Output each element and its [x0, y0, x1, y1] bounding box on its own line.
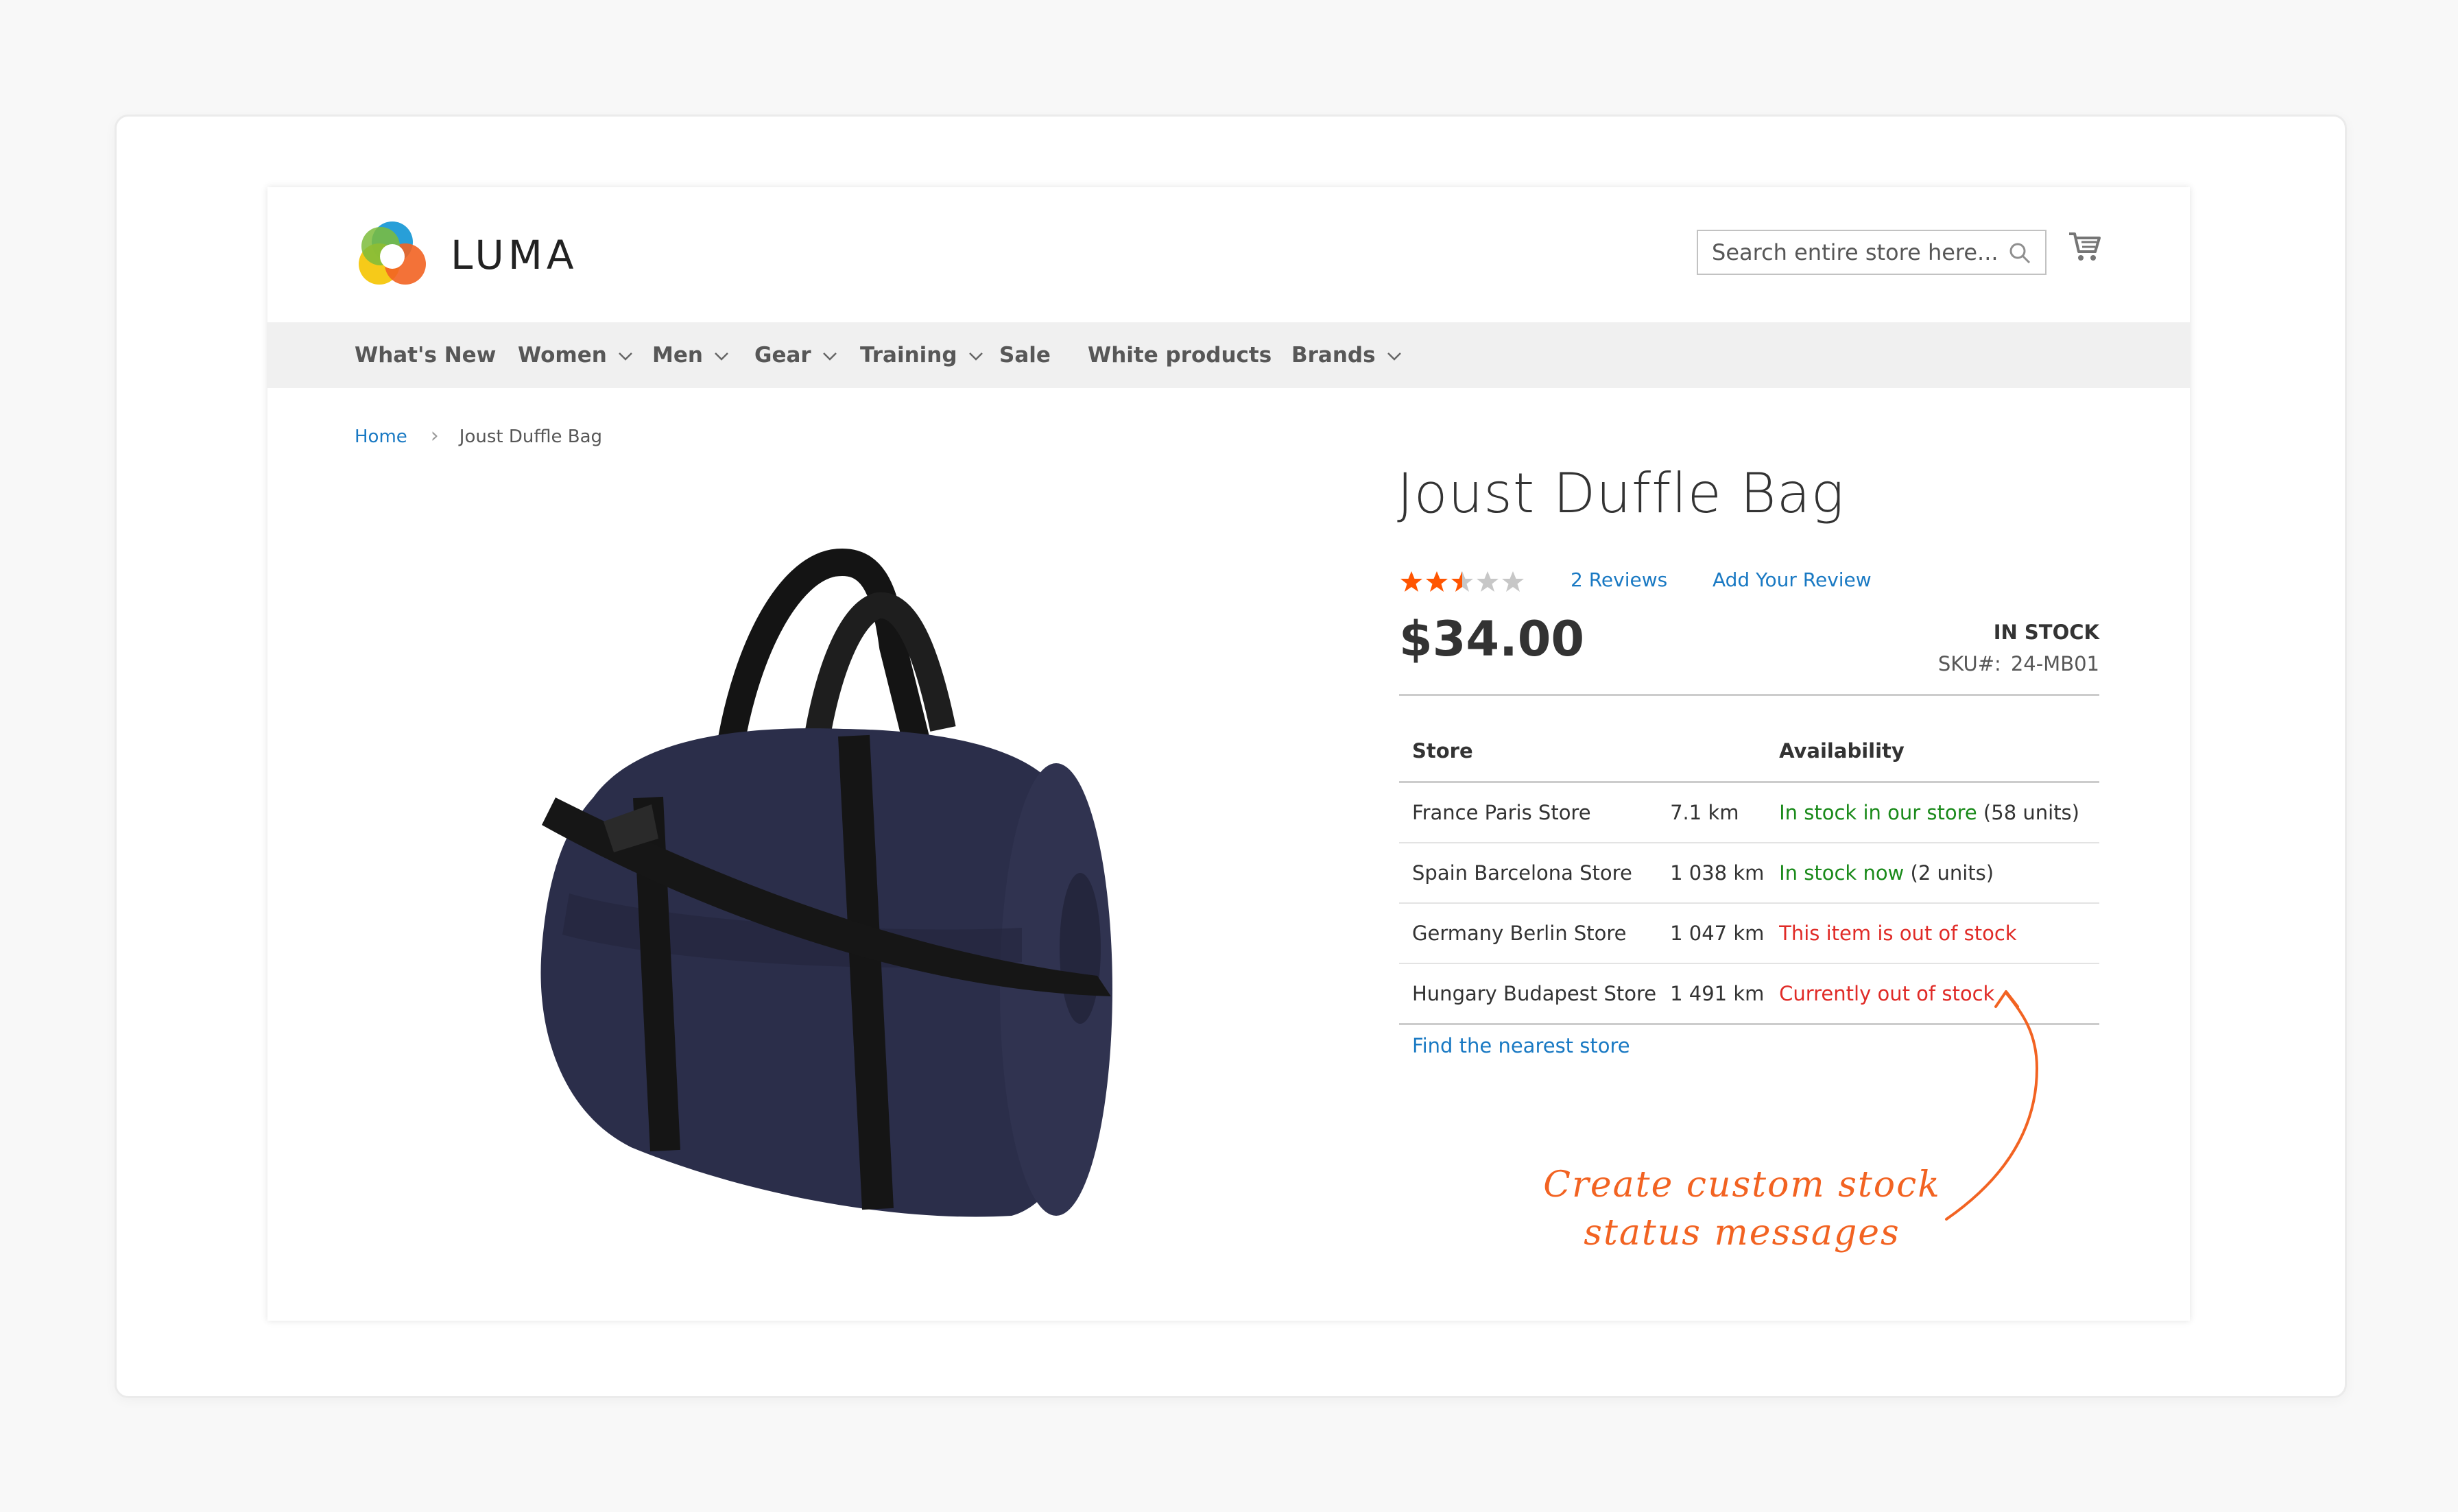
store-distance: 7.1 km — [1656, 782, 1767, 843]
add-review-link[interactable]: Add Your Review — [1713, 568, 1872, 591]
reviews-link[interactable]: 2 Reviews — [1571, 568, 1667, 591]
cart-icon[interactable] — [2068, 230, 2102, 264]
availability-cell: This item is out of stock — [1766, 903, 2099, 964]
product-page: LUMA What's New Women Men Gear Training … — [267, 187, 2190, 1321]
store-name: France Paris Store — [1399, 782, 1657, 843]
chevron-down-icon — [618, 352, 632, 361]
availability-column-header: Availability — [1766, 721, 2099, 783]
luma-logo-icon — [359, 221, 426, 285]
nav-label: Men — [652, 343, 703, 368]
chevron-down-icon — [822, 352, 837, 361]
find-nearest-store-link[interactable]: Find the nearest store — [1412, 1034, 1630, 1057]
star-icon — [1451, 571, 1473, 592]
store-distance: 1 047 km — [1656, 903, 1767, 964]
star-icon — [1502, 571, 1524, 592]
breadcrumb-current: Joust Duffle Bag — [459, 427, 603, 447]
chevron-down-icon — [968, 352, 983, 361]
nav-item-white-products[interactable]: White products — [1088, 322, 1272, 388]
sku-label: SKU#: — [1937, 652, 2001, 675]
table-header-row: Store Availability — [1399, 721, 2099, 783]
store-name: Spain Barcelona Store — [1399, 843, 1657, 904]
search-icon[interactable] — [2008, 241, 2031, 265]
nav-label: White products — [1088, 343, 1272, 368]
store-column-header: Store — [1399, 721, 1657, 783]
sku: SKU#: 24-MB01 — [1938, 652, 2099, 675]
breadcrumb-separator: › — [430, 424, 439, 448]
distance-column-header — [1656, 721, 1767, 783]
star-icon — [1400, 571, 1422, 592]
availability-status: This item is out of stock — [1779, 922, 2017, 945]
availability-cell: In stock now (2 units) — [1766, 843, 2099, 904]
availability-units: (2 units) — [1904, 861, 1994, 885]
availability-cell: In stock in our store (58 units) — [1766, 782, 2099, 843]
search-box — [1697, 230, 2047, 275]
annotation-line: Create custom stock — [1543, 1164, 1941, 1205]
star-icon — [1426, 571, 1448, 592]
chevron-down-icon — [715, 352, 728, 361]
nav-label: Gear — [754, 343, 811, 368]
table-row: Germany Berlin Store 1 047 km This item … — [1399, 903, 2099, 964]
store-distance: 1 038 km — [1656, 843, 1767, 904]
chevron-down-icon — [1387, 352, 1401, 361]
store-distance: 1 491 km — [1656, 963, 1767, 1025]
store-name: Germany Berlin Store — [1399, 903, 1657, 964]
stock-status: IN STOCK — [1993, 621, 2099, 644]
star-icon — [1477, 571, 1499, 592]
nav-label: Brands — [1291, 343, 1376, 368]
rating-stars — [1400, 571, 1524, 592]
luma-logo[interactable]: LUMA — [355, 217, 578, 293]
nav-item-sale[interactable]: Sale — [999, 322, 1051, 388]
product-image[interactable] — [460, 509, 1228, 1229]
annotation-text: Create custom stock status messages — [1488, 1161, 1996, 1257]
nav-label: Women — [518, 343, 607, 368]
main-navigation: What's New Women Men Gear Training Sale … — [267, 322, 2190, 388]
nav-item-training[interactable]: Training — [860, 322, 983, 388]
nav-item-brands[interactable]: Brands — [1291, 322, 1402, 388]
breadcrumb: Home › Joust Duffle Bag — [355, 424, 602, 448]
annotation-line: status messages — [1584, 1212, 1900, 1253]
nav-item-men[interactable]: Men — [652, 322, 729, 388]
table-row: France Paris Store 7.1 km In stock in ou… — [1399, 782, 2099, 843]
nav-item-women[interactable]: Women — [518, 322, 633, 388]
breadcrumb-home-link[interactable]: Home — [355, 427, 407, 447]
store-name: Hungary Budapest Store — [1399, 963, 1657, 1025]
divider — [1399, 694, 2099, 696]
search-input[interactable] — [1710, 231, 2008, 274]
product-price: $34.00 — [1399, 611, 1585, 667]
availability-status: In stock now — [1779, 861, 1905, 885]
availability-units: (58 units) — [1977, 801, 2079, 824]
product-title: Joust Duffle Bag — [1397, 461, 1845, 525]
nav-label: What's New — [355, 343, 497, 368]
logo-text: LUMA — [451, 232, 578, 278]
table-row: Spain Barcelona Store 1 038 km In stock … — [1399, 843, 2099, 904]
nav-label: Training — [860, 343, 957, 368]
availability-status: In stock in our store — [1779, 801, 1977, 824]
nav-item-gear[interactable]: Gear — [754, 322, 837, 388]
sku-value: 24-MB01 — [2010, 652, 2099, 675]
nav-item-whats-new[interactable]: What's New — [355, 322, 496, 388]
nav-label: Sale — [999, 343, 1051, 368]
